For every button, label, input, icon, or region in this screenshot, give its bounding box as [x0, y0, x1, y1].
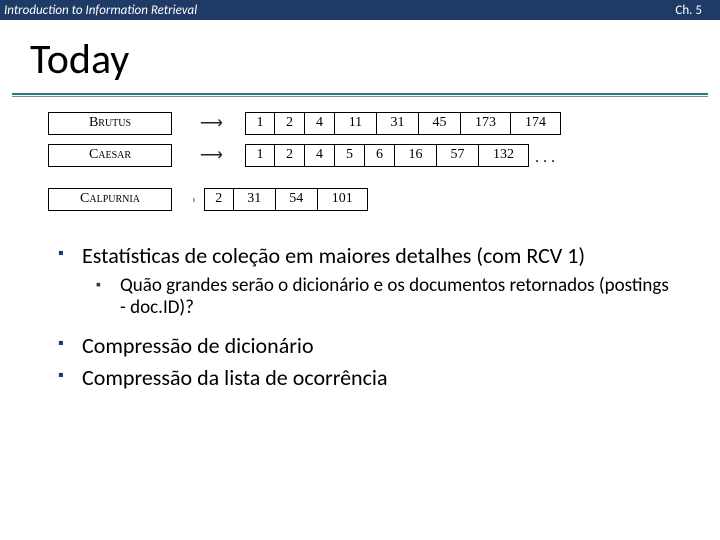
posting-cell: 57	[437, 144, 479, 167]
course-title: Introduction to Information Retrieval	[4, 3, 197, 18]
arrow-icon: ⟶	[200, 145, 223, 165]
posting-cell: 31	[377, 112, 419, 135]
posting-cell: 132	[479, 144, 529, 167]
posting-cell: 54	[276, 188, 318, 211]
posting-cell: 31	[234, 188, 276, 211]
chapter-label: Ch. 5	[675, 3, 716, 18]
posting-cell: 6	[365, 144, 395, 167]
posting-cell: 101	[318, 188, 368, 211]
posting-list: 124113145173174	[245, 112, 561, 135]
posting-list: 124561657132	[245, 144, 529, 167]
posting-cell: 174	[511, 112, 561, 135]
bullet-level1: Compressão da lista de ocorrência	[58, 365, 670, 391]
posting-cell: 16	[395, 144, 437, 167]
term-box: Brutus	[48, 112, 172, 135]
posting-cell: 45	[419, 112, 461, 135]
posting-row: Caesar ⟶ 124561657132 . . .	[48, 143, 680, 167]
header-bar: Introduction to Information Retrieval Ch…	[0, 0, 720, 20]
posting-cell: 4	[305, 144, 335, 167]
posting-row: Brutus ⟶ 124113145173174	[48, 111, 680, 135]
page-title: Today	[0, 20, 720, 93]
bullet-content: Estatísticas de coleção em maiores detal…	[0, 219, 720, 391]
bullet-level1: Estatísticas de coleção em maiores detal…	[58, 243, 670, 269]
posting-cell: 1	[245, 112, 275, 135]
posting-row: Calpurnia › 23154101	[48, 187, 680, 211]
posting-cell: 4	[305, 112, 335, 135]
posting-list: 23154101	[204, 188, 368, 211]
posting-cell: 2	[275, 144, 305, 167]
posting-cell: 1	[245, 144, 275, 167]
postings-diagram: Brutus ⟶ 124113145173174 Caesar ⟶ 124561…	[0, 111, 720, 211]
arrow-icon: ⟶	[200, 113, 223, 133]
bullet-level2: Quão grandes serão o dicionário e os doc…	[96, 275, 670, 319]
posting-cell: 173	[461, 112, 511, 135]
ellipsis: . . .	[529, 149, 555, 167]
posting-cell: 2	[275, 112, 305, 135]
posting-cell: 11	[335, 112, 377, 135]
posting-cell: 2	[204, 188, 234, 211]
term-box: Caesar	[48, 144, 172, 167]
term-box: Calpurnia	[48, 188, 172, 211]
title-underline	[12, 93, 708, 97]
arrow-icon: ›	[192, 193, 196, 206]
posting-cell: 5	[335, 144, 365, 167]
bullet-level1: Compressão de dicionário	[58, 333, 670, 359]
